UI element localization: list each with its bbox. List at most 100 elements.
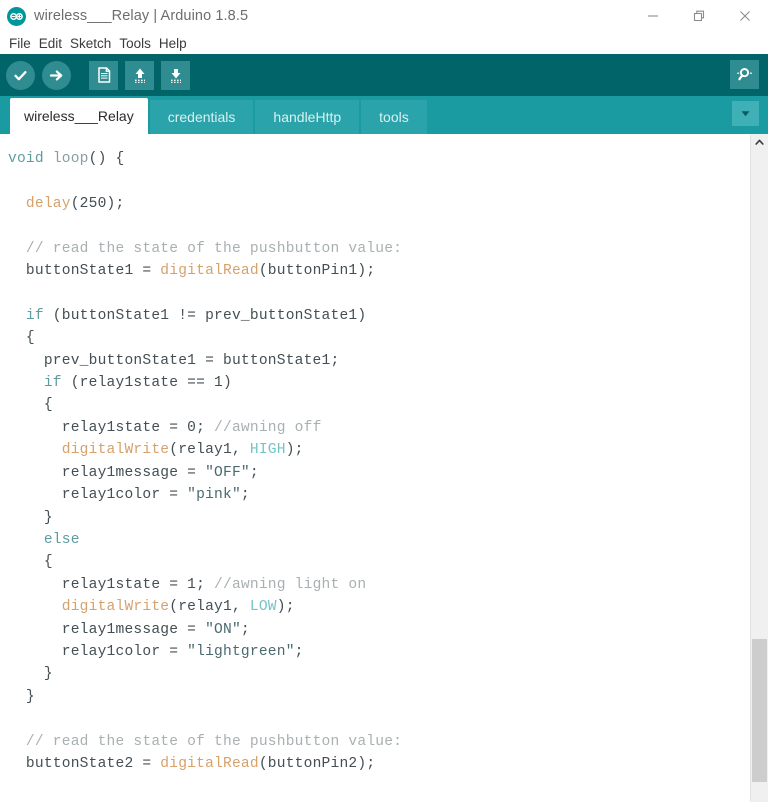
- toolbar: [0, 54, 768, 96]
- code-token: "OFF": [205, 464, 250, 481]
- window-title: wireless___Relay | Arduino 1.8.5: [34, 8, 249, 24]
- code-token: (buttonPin1);: [258, 263, 376, 280]
- tab-tools[interactable]: tools: [361, 100, 427, 134]
- scrollbar-track[interactable]: [751, 151, 768, 802]
- code-token: "lightgreen": [187, 643, 295, 660]
- code-token: // read the state of the pushbutton valu…: [25, 240, 403, 257]
- code-token: ;: [249, 464, 259, 481]
- code-token: }: [8, 509, 53, 526]
- code-token: //awning off: [214, 419, 322, 436]
- code-token: {: [8, 397, 53, 414]
- save-sketch-button[interactable]: [161, 60, 190, 90]
- menu-bar: File Edit Sketch Tools Help: [0, 32, 768, 54]
- sketch-tab-bar: wireless___Relay credentials handleHttp …: [0, 96, 768, 134]
- code-token: digitalRead: [160, 755, 259, 772]
- tab-wireless-relay[interactable]: wireless___Relay: [10, 98, 148, 134]
- code-token: delay: [25, 195, 71, 212]
- code-token: void: [8, 151, 44, 167]
- title-bar: wireless___Relay | Arduino 1.8.5: [0, 0, 768, 32]
- code-token: {: [8, 554, 53, 571]
- code-token: () {: [88, 151, 125, 167]
- menu-item-help[interactable]: Help: [155, 36, 191, 51]
- checkmark-icon: [14, 70, 27, 80]
- window-controls: [630, 0, 768, 32]
- code-token: relay1color =: [8, 487, 188, 504]
- code-token: HIGH: [249, 442, 286, 459]
- code-token: (relay1,: [169, 442, 250, 459]
- tab-credentials[interactable]: credentials: [149, 100, 254, 134]
- code-token: }: [8, 688, 35, 705]
- code-token: //awning light on: [214, 576, 367, 593]
- code-token: if: [25, 307, 44, 324]
- code-token: // read the state of the pushbutton valu…: [25, 733, 403, 750]
- code-token: );: [285, 442, 304, 459]
- magnifier-icon: [737, 68, 752, 81]
- chevron-down-icon: [741, 111, 750, 117]
- code-token: digitalWrite: [61, 442, 170, 459]
- arrow-right-icon: [49, 69, 63, 80]
- code-token: buttonState2 =: [8, 755, 161, 772]
- arduino-logo-icon: [7, 6, 26, 26]
- menu-item-tools[interactable]: Tools: [115, 36, 155, 51]
- menu-item-edit[interactable]: Edit: [35, 36, 66, 51]
- code-token: }: [8, 666, 53, 683]
- code-token: relay1message =: [8, 464, 206, 481]
- restore-button[interactable]: [676, 0, 722, 32]
- code-token: (buttonState1 != prev_buttonState1): [43, 307, 367, 324]
- menu-item-sketch[interactable]: Sketch: [66, 36, 115, 51]
- arrow-down-icon: [170, 69, 181, 83]
- code-token: LOW: [249, 599, 277, 616]
- code-token: (relay1state == 1): [61, 375, 232, 392]
- upload-button[interactable]: [42, 60, 71, 90]
- source-code[interactable]: void loop() { delay(250); // read the st…: [8, 148, 750, 775]
- code-token: relay1state = 1;: [8, 576, 215, 593]
- close-button[interactable]: [722, 0, 768, 32]
- scrollbar-thumb[interactable]: [752, 639, 767, 783]
- code-token: digitalRead: [160, 263, 259, 280]
- menu-item-file[interactable]: File: [5, 36, 35, 51]
- code-token: relay1message =: [8, 621, 206, 638]
- code-token: (buttonPin2);: [258, 755, 376, 772]
- code-token: prev_buttonState1 = buttonState1;: [8, 352, 340, 369]
- vertical-scrollbar[interactable]: [750, 134, 768, 802]
- serial-monitor-button[interactable]: [730, 60, 759, 89]
- code-token: "ON": [205, 621, 241, 638]
- code-token: ;: [240, 487, 250, 504]
- tab-menu-button[interactable]: [732, 101, 759, 126]
- code-token: relay1color =: [8, 643, 188, 660]
- arrow-up-icon: [134, 68, 145, 83]
- new-sketch-button[interactable]: [89, 60, 118, 90]
- tab-handlehttp[interactable]: handleHttp: [255, 100, 360, 134]
- code-token: "pink": [187, 487, 241, 504]
- open-sketch-button[interactable]: [125, 60, 154, 90]
- code-token: digitalWrite: [61, 599, 170, 616]
- document-icon: [97, 67, 110, 83]
- code-token: buttonState1 =: [8, 263, 161, 280]
- code-token: relay1state = 0;: [8, 419, 215, 436]
- code-token: );: [276, 599, 295, 616]
- scroll-up-button[interactable]: [751, 134, 768, 151]
- editor-area: void loop() { delay(250); // read the st…: [0, 134, 768, 802]
- arduino-ide-window: wireless___Relay | Arduino 1.8.5 File Ed…: [0, 0, 768, 802]
- verify-button[interactable]: [6, 60, 35, 90]
- code-text-area[interactable]: void loop() { delay(250); // read the st…: [0, 134, 750, 802]
- code-token: ;: [294, 643, 304, 660]
- code-token: if: [43, 375, 62, 392]
- minimize-button[interactable]: [630, 0, 676, 32]
- code-token: loop: [52, 151, 89, 167]
- code-token: (relay1,: [169, 599, 250, 616]
- code-token: (250);: [70, 195, 125, 212]
- code-token: else: [43, 531, 80, 548]
- code-token: ;: [240, 621, 250, 638]
- chevron-up-icon: [755, 139, 764, 145]
- code-token: {: [8, 330, 35, 347]
